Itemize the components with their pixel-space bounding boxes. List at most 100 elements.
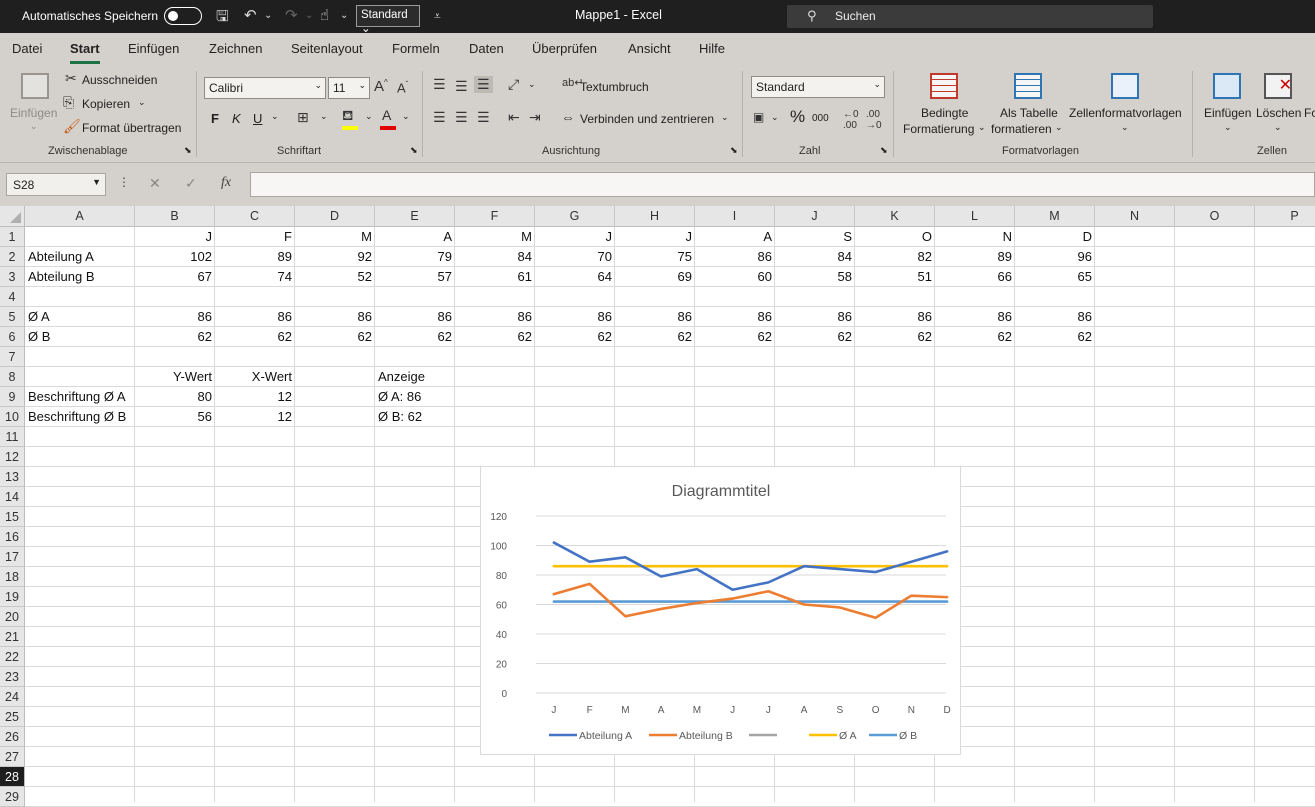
- tab-daten[interactable]: Daten: [469, 41, 504, 56]
- delete-cells-button[interactable]: Löschen: [1256, 106, 1301, 120]
- cell-value[interactable]: 102: [135, 247, 214, 267]
- font-color-icon[interactable]: A: [382, 107, 391, 123]
- column-header-k[interactable]: K: [855, 206, 935, 227]
- align-left-icon[interactable]: ☰: [433, 109, 446, 126]
- cell-value[interactable]: 82: [855, 247, 934, 267]
- cut-button[interactable]: Ausschneiden: [82, 73, 157, 87]
- cell-month[interactable]: J: [535, 227, 614, 247]
- column-header-j[interactable]: J: [775, 206, 855, 227]
- cell-value[interactable]: 86: [935, 307, 1014, 327]
- touch-dropdown-icon[interactable]: ⌄: [340, 10, 348, 21]
- row-header-25[interactable]: 25: [0, 707, 25, 727]
- cell-value[interactable]: 58: [775, 267, 854, 287]
- table-dropdown-icon[interactable]: ⌄: [1055, 122, 1063, 133]
- row-header-11[interactable]: 11: [0, 427, 25, 447]
- number-launcher-icon[interactable]: ⬊: [880, 145, 888, 156]
- align-center-icon[interactable]: ☰: [455, 109, 468, 126]
- row-header-18[interactable]: 18: [0, 567, 25, 587]
- cell-value[interactable]: 89: [935, 247, 1014, 267]
- more-options-icon[interactable]: ⋮: [118, 175, 130, 189]
- increase-indent-icon[interactable]: ⇥: [529, 109, 541, 126]
- column-header-d[interactable]: D: [295, 206, 375, 227]
- copy-button[interactable]: Kopieren: [82, 97, 130, 111]
- row-header-19[interactable]: 19: [0, 587, 25, 607]
- row-header-29[interactable]: 29: [0, 787, 25, 807]
- cell-value[interactable]: 86: [695, 307, 774, 327]
- column-header-b[interactable]: B: [135, 206, 215, 227]
- cell-month[interactable]: F: [215, 227, 294, 247]
- conditional-formatting-label-2[interactable]: Formatierung: [903, 122, 974, 136]
- cell-value[interactable]: 51: [855, 267, 934, 287]
- cell-value[interactable]: 62: [775, 327, 854, 347]
- cell-value[interactable]: 62: [375, 327, 454, 347]
- insert-function-button[interactable]: fx: [221, 175, 231, 191]
- decrease-indent-icon[interactable]: ⇤: [508, 109, 520, 126]
- row-header-9[interactable]: 9: [0, 387, 25, 407]
- cell-value[interactable]: 86: [135, 307, 214, 327]
- tab-seitenlayout[interactable]: Seitenlayout: [291, 41, 363, 56]
- number-format-input[interactable]: Standard ⌄: [751, 76, 885, 98]
- tab-ueberpruefen[interactable]: Überprüfen: [532, 41, 597, 56]
- percent-button[interactable]: %: [790, 107, 805, 127]
- format-cells-button-partial[interactable]: Fo: [1304, 106, 1315, 120]
- cell-value[interactable]: 79: [375, 247, 454, 267]
- cell-value[interactable]: 86: [1015, 307, 1094, 327]
- tab-formeln[interactable]: Formeln: [392, 41, 440, 56]
- cell-month[interactable]: N: [935, 227, 1014, 247]
- cell-value[interactable]: 62: [295, 327, 374, 347]
- cell-month[interactable]: M: [455, 227, 534, 247]
- row-header-10[interactable]: 10: [0, 407, 25, 427]
- row-header-2[interactable]: 2: [0, 247, 25, 267]
- cell-value[interactable]: 67: [135, 267, 214, 287]
- touch-mode-icon[interactable]: ☝: [320, 6, 329, 24]
- column-header-f[interactable]: F: [455, 206, 535, 227]
- cell-month[interactable]: D: [1015, 227, 1094, 247]
- borders-dropdown-icon[interactable]: ⌄: [320, 111, 328, 122]
- cell-value[interactable]: 86: [855, 307, 934, 327]
- cell-month[interactable]: A: [695, 227, 774, 247]
- column-header-h[interactable]: H: [615, 206, 695, 227]
- cell-value[interactable]: 96: [1015, 247, 1094, 267]
- cell-value[interactable]: 56: [135, 407, 214, 427]
- paste-dropdown-icon[interactable]: ⌄: [30, 121, 38, 132]
- bold-button[interactable]: F: [211, 111, 219, 126]
- style-dropdown[interactable]: Standard ⌄: [356, 5, 420, 35]
- cell-value[interactable]: 86: [535, 307, 614, 327]
- row-header-15[interactable]: 15: [0, 507, 25, 527]
- cell-month[interactable]: O: [855, 227, 934, 247]
- cell-header[interactable]: Anzeige: [378, 367, 455, 387]
- cell-value[interactable]: 74: [215, 267, 294, 287]
- cell-value[interactable]: 62: [615, 327, 694, 347]
- cell-value[interactable]: 86: [295, 307, 374, 327]
- column-header-i[interactable]: I: [695, 206, 775, 227]
- borders-icon[interactable]: ⊞: [297, 109, 309, 126]
- font-color-dropdown-icon[interactable]: ⌄: [402, 111, 410, 122]
- row-header-4[interactable]: 4: [0, 287, 25, 307]
- column-header-p[interactable]: P: [1255, 206, 1315, 227]
- cell-value[interactable]: 62: [535, 327, 614, 347]
- column-header-o[interactable]: O: [1175, 206, 1255, 227]
- cell-value[interactable]: 80: [135, 387, 214, 407]
- cell-month[interactable]: J: [135, 227, 214, 247]
- cell-month[interactable]: A: [375, 227, 454, 247]
- orientation-icon[interactable]: ⤢: [508, 76, 519, 93]
- font-name-input[interactable]: Calibri ⌄: [204, 77, 326, 99]
- font-size-input[interactable]: 11 ⌄: [328, 77, 370, 99]
- cell-value[interactable]: 86: [215, 307, 294, 327]
- cell-value[interactable]: 84: [455, 247, 534, 267]
- cell-value[interactable]: 86: [455, 307, 534, 327]
- cell-value[interactable]: 86: [775, 307, 854, 327]
- accounting-dropdown-icon[interactable]: ⌄: [771, 112, 779, 123]
- cell-value[interactable]: 86: [375, 307, 454, 327]
- customize-toolbar-icon[interactable]: ⩡: [434, 9, 441, 24]
- tab-start[interactable]: Start: [70, 41, 100, 56]
- select-all-button[interactable]: [0, 206, 25, 227]
- tab-hilfe[interactable]: Hilfe: [699, 41, 725, 56]
- increase-decimal-icon[interactable]: ←0.00: [843, 109, 859, 131]
- undo-icon[interactable]: ↶: [244, 6, 257, 24]
- cell-value[interactable]: 84: [775, 247, 854, 267]
- row-header-20[interactable]: 20: [0, 607, 25, 627]
- row-header-22[interactable]: 22: [0, 647, 25, 667]
- align-bottom-icon[interactable]: ☰: [474, 76, 493, 93]
- row-header-27[interactable]: 27: [0, 747, 25, 767]
